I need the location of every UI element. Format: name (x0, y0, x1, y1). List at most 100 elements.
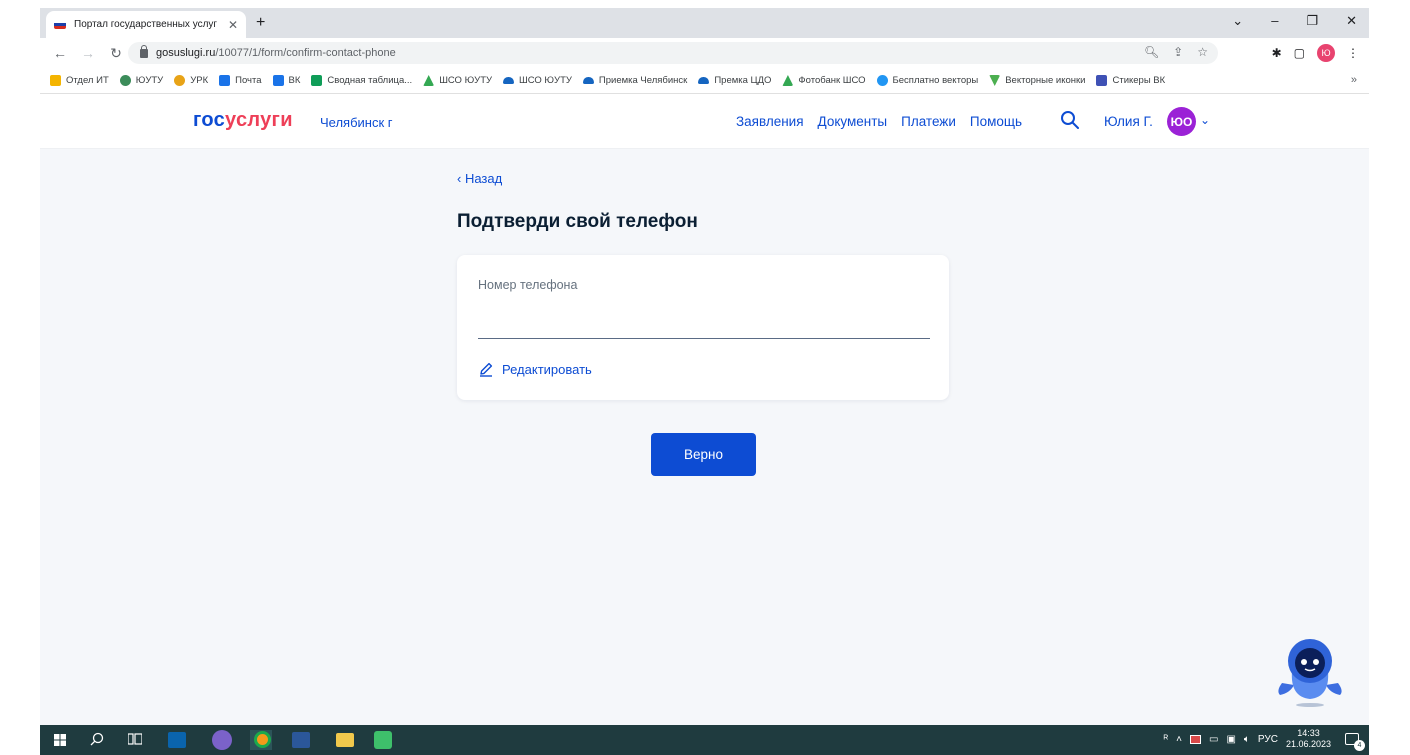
bookmark-item[interactable]: ВК (272, 75, 301, 86)
user-name[interactable]: Юлия Г. (1104, 114, 1153, 129)
clock-time: 14:33 (1297, 728, 1320, 738)
network-icon[interactable]: ▣ (1226, 734, 1235, 745)
drive-icon (423, 75, 435, 86)
bookmark-item[interactable]: ШСО ЮУТУ (503, 75, 572, 86)
bookmark-item[interactable]: Фотобанк ШСО (782, 75, 866, 86)
bookmark-item[interactable]: Сводная таблица... (311, 75, 412, 86)
reload-icon[interactable]: ↻ (108, 45, 124, 62)
user-avatar[interactable]: ЮО (1167, 107, 1196, 136)
volume-icon[interactable]: 🔈︎ (1244, 734, 1250, 745)
address-bar[interactable]: gosuslugi.ru/10077/1/form/confirm-contac… (128, 42, 1218, 64)
logo-part-1: гос (193, 109, 226, 131)
search-icon[interactable] (90, 732, 104, 746)
tray-app-icon[interactable] (1190, 734, 1202, 744)
nav-applications[interactable]: Заявления (736, 114, 804, 129)
logo-part-2: услуги (225, 109, 293, 131)
app-icon[interactable] (374, 731, 392, 749)
notifications-button[interactable]: 4 (1345, 733, 1365, 751)
people-icon[interactable]: ᴿ (1164, 734, 1169, 745)
confirm-button[interactable]: Верно (651, 433, 756, 476)
bookmark-label: ШСО ЮУТУ (439, 75, 493, 86)
clock[interactable]: 14:33 21.06.2023 (1286, 728, 1331, 750)
city-selector[interactable]: Челябинск г (320, 115, 393, 130)
profile-avatar[interactable]: Ю (1317, 44, 1335, 62)
bookmark-label: Стикеры ВК (1112, 75, 1166, 86)
bookmarks-overflow-button[interactable]: » (1351, 74, 1357, 86)
menu-icon[interactable]: ⋮ (1347, 46, 1359, 60)
extensions-icon[interactable]: ✱ (1272, 46, 1282, 60)
nav-documents[interactable]: Документы (818, 114, 888, 129)
close-window-button[interactable]: ✕ (1346, 13, 1357, 29)
phone-card: Номер телефона Редактировать (457, 255, 949, 400)
cloud-icon (582, 77, 594, 84)
screen: Портал государственных услуг ✕ + ⌄ – ❐ ✕… (0, 0, 1410, 755)
page-title: Подтверди свой телефон (457, 211, 698, 232)
drive-icon (782, 75, 794, 86)
bookmark-item[interactable]: ШСО ЮУТУ (423, 75, 492, 86)
tab-search-icon[interactable]: ⌄ (1232, 13, 1243, 29)
bookmark-item[interactable]: Бесплатно векторы (876, 75, 978, 86)
chevron-down-icon[interactable]: ⌄ (1200, 113, 1210, 127)
bookmark-item[interactable]: Приемка Челябинск (582, 75, 687, 86)
bookmark-label: УРК (190, 75, 209, 86)
file-explorer-icon[interactable] (336, 733, 354, 747)
minimize-button[interactable]: – (1271, 13, 1278, 29)
bookmark-item[interactable]: УРК (174, 75, 208, 86)
nav-payments[interactable]: Платежи (901, 114, 956, 129)
bookmark-label: ВК (288, 75, 301, 86)
chrome-icon[interactable] (254, 731, 271, 748)
task-view-icon[interactable] (128, 733, 142, 745)
bookmark-item[interactable]: Премка ЦДО (698, 75, 771, 86)
close-tab-icon[interactable]: ✕ (228, 18, 238, 32)
mail-icon (219, 75, 231, 86)
language-indicator[interactable]: РУС (1258, 734, 1278, 745)
nav-help[interactable]: Помощь (970, 114, 1022, 129)
back-link[interactable]: ‹ Назад (457, 171, 502, 186)
bookmark-item[interactable]: Отдел ИТ (50, 75, 109, 86)
system-tray: ᴿ ˄ ▭ ▣ 🔈︎ РУС 14:33 21.06.2023 4 (1164, 728, 1365, 751)
word-icon[interactable] (292, 732, 310, 748)
bookmark-item[interactable]: ЮУТУ (119, 75, 163, 86)
restore-button[interactable]: ❐ (1306, 13, 1318, 29)
bookmark-icon (876, 75, 888, 86)
bookmarks-bar: Отдел ИТ ЮУТУ УРК Почта ВК Сводная табли… (40, 68, 1369, 94)
pencil-icon (480, 362, 493, 377)
lock-icon (140, 44, 148, 58)
back-label: Назад (464, 171, 503, 186)
vk-icon (1096, 75, 1108, 86)
bookmark-star-icon[interactable]: ☆ (1197, 45, 1208, 59)
gosuslugi-logo[interactable]: госуслуги (193, 109, 293, 132)
outlook-icon[interactable] (168, 732, 186, 748)
phone-input[interactable] (478, 313, 930, 339)
search-icon[interactable] (1060, 110, 1080, 130)
windows-start-icon[interactable] (54, 734, 66, 746)
bookmark-icon (989, 75, 1001, 86)
url-path: /10077/1/form/confirm-contact-phone (215, 47, 396, 59)
bookmark-label: Премка ЦДО (714, 75, 772, 86)
chevron-up-icon[interactable]: ˄ (1176, 734, 1182, 745)
browser-tab[interactable]: Портал государственных услуг ✕ (46, 11, 246, 38)
bookmark-icon (119, 75, 131, 86)
forward-arrow-icon[interactable]: → (80, 45, 96, 61)
side-panel-icon[interactable]: ▢ (1294, 46, 1305, 60)
notifications-count: 4 (1354, 740, 1365, 751)
window-controls: ⌄ – ❐ ✕ (1232, 13, 1357, 29)
back-arrow-icon[interactable]: ← (52, 45, 68, 61)
edit-phone-link[interactable]: Редактировать (478, 361, 592, 377)
share-icon[interactable]: ⇪ (1173, 45, 1183, 59)
bookmark-item[interactable]: Почта (219, 75, 262, 86)
assistant-robot-icon[interactable] (1272, 631, 1348, 711)
browser-toolbar: ← → ↻ gosuslugi.ru/10077/1/form/confirm-… (40, 38, 1369, 68)
phone-field-label: Номер телефона (478, 278, 578, 292)
battery-icon[interactable]: ▭ (1209, 734, 1218, 745)
viber-icon[interactable] (212, 730, 232, 750)
bookmark-label: Фотобанк ШСО (798, 75, 866, 86)
zoom-icon[interactable]: 🔍︎ (1144, 45, 1159, 59)
russia-flag-icon (54, 20, 66, 29)
bookmark-item[interactable]: Стикеры ВК (1096, 75, 1165, 86)
bookmark-icon (50, 75, 61, 86)
windows-taskbar: ᴿ ˄ ▭ ▣ 🔈︎ РУС 14:33 21.06.2023 4 (40, 725, 1369, 755)
bookmark-item[interactable]: Векторные иконки (989, 75, 1085, 86)
cloud-icon (503, 77, 515, 84)
new-tab-button[interactable]: + (256, 14, 265, 32)
